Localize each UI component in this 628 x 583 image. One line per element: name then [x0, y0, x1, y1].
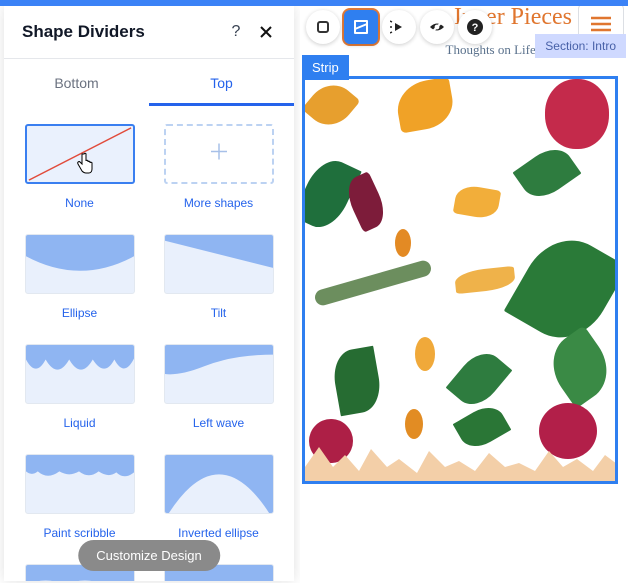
applied-divider-shape: [305, 437, 618, 483]
shape-liquid[interactable]: [25, 344, 135, 404]
shapes-gallery: None More shapes Ellipse: [4, 106, 294, 581]
shape-none[interactable]: [25, 124, 135, 184]
editor-canvas: Inner Pieces Thoughts on Lifestyle & M ?…: [300, 0, 626, 583]
shape-more[interactable]: [164, 124, 274, 184]
tab-bottom[interactable]: Bottom: [4, 59, 149, 106]
toolbar-shape-divider-button[interactable]: [344, 10, 378, 44]
section-label[interactable]: Section: Intro: [535, 34, 626, 58]
tabs: Bottom Top: [4, 59, 294, 106]
panel-title: Shape Dividers: [22, 22, 216, 42]
strip-frame[interactable]: [302, 76, 618, 484]
toolbar-animate-button[interactable]: [382, 10, 416, 44]
shape-leftwave[interactable]: [164, 344, 274, 404]
caption-liquid: Liquid: [63, 416, 95, 430]
shape-tilt[interactable]: [164, 234, 274, 294]
caption-paint: Paint scribble: [43, 526, 115, 540]
caption-inverted: Inverted ellipse: [178, 526, 259, 540]
caption-none: None: [65, 196, 94, 210]
panel-header: Shape Dividers ?: [4, 6, 294, 59]
shape-paint-scribble[interactable]: [25, 454, 135, 514]
customize-design-button[interactable]: Customize Design: [78, 540, 220, 571]
toolbar-visibility-button[interactable]: [420, 10, 454, 44]
caption-leftwave: Left wave: [193, 416, 244, 430]
shape-inverted-ellipse[interactable]: [164, 454, 274, 514]
caption-ellipse: Ellipse: [62, 306, 97, 320]
svg-text:?: ?: [472, 22, 479, 34]
close-icon[interactable]: [256, 22, 276, 42]
toolbar-help-button[interactable]: ?: [458, 10, 492, 44]
plus-icon: [208, 141, 230, 168]
toolbar-stop-button[interactable]: [306, 10, 340, 44]
floating-toolbar: ?: [306, 10, 492, 44]
shape-ellipse[interactable]: [25, 234, 135, 294]
strip-label[interactable]: Strip: [302, 55, 349, 80]
tab-top[interactable]: Top: [149, 59, 294, 106]
caption-more: More shapes: [184, 196, 253, 210]
help-icon[interactable]: ?: [226, 22, 246, 42]
strip-background-image: [305, 79, 615, 481]
shape-dividers-panel: Shape Dividers ? Bottom Top None: [4, 6, 294, 581]
caption-tilt: Tilt: [211, 306, 227, 320]
cursor-hand-icon: [76, 152, 96, 179]
